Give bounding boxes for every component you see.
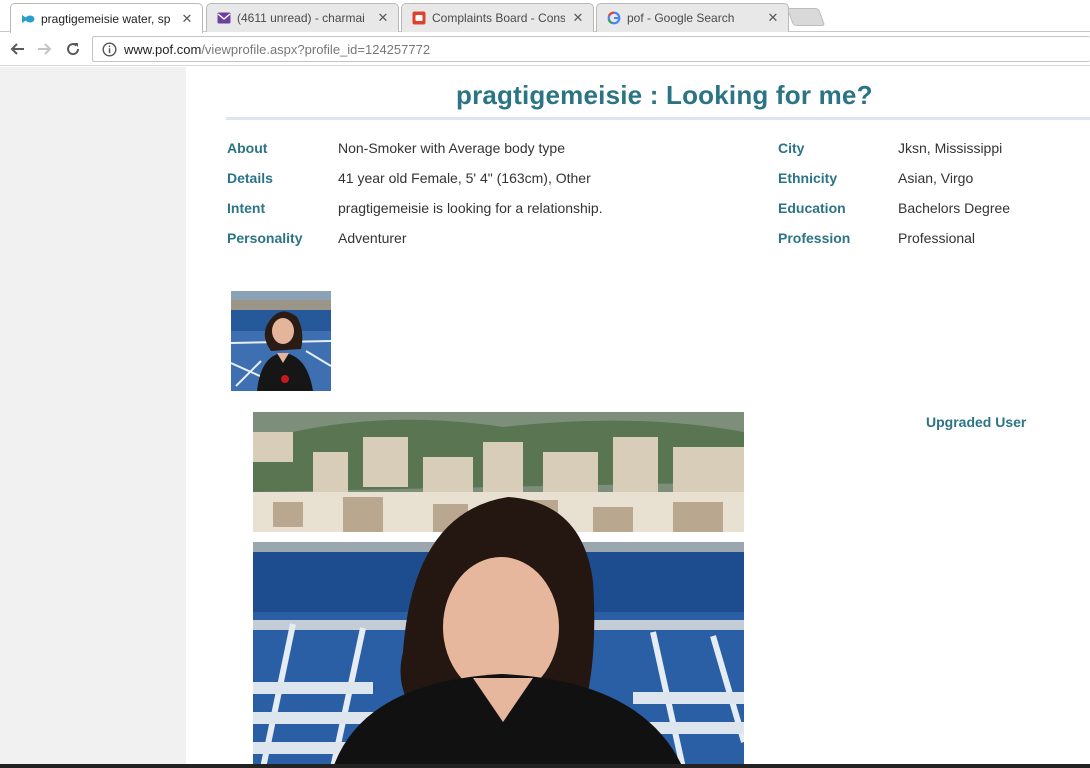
field-ethnicity-value: Asian, Virgo [898, 170, 973, 186]
tab-title: pof - Google Search [627, 11, 735, 25]
field-value: Bachelors Degree [898, 200, 1011, 216]
tab-google[interactable]: pof - Google Search ✕ [596, 3, 789, 32]
url-host: www.pof.com [124, 41, 202, 57]
reload-button[interactable] [62, 38, 84, 60]
tab-title: pragtigemeisie water, sp [41, 11, 171, 26]
tab-complaints[interactable]: Complaints Board - Cons ✕ [401, 3, 594, 32]
field-profession: Profession [778, 230, 850, 246]
field-value: Jksn, Mississippi [898, 140, 1003, 156]
url-text: www.pof.com/viewprofile.aspx?profile_id=… [124, 42, 430, 57]
field-label: Details [227, 170, 273, 186]
close-tab-icon[interactable]: ✕ [180, 11, 194, 27]
field-education: Education [778, 200, 846, 216]
field-about: About [227, 140, 267, 156]
field-label: Profession [778, 230, 851, 246]
address-bar[interactable]: www.pof.com/viewprofile.aspx?profile_id=… [92, 36, 1090, 62]
bottom-edge [0, 764, 1090, 768]
field-city: City [778, 140, 804, 156]
field-value: pragtigemeisie is looking for a relation… [338, 200, 603, 216]
new-tab-button[interactable] [786, 8, 826, 26]
complaints-icon [412, 11, 426, 25]
tab-title: Complaints Board - Cons [432, 11, 565, 25]
info-icon[interactable] [101, 41, 117, 57]
forward-button[interactable] [34, 38, 56, 60]
field-intent-value: pragtigemeisie is looking for a relation… [338, 200, 603, 216]
main-photo-image [253, 412, 744, 768]
heading-divider [226, 117, 1090, 120]
close-tab-icon[interactable]: ✕ [766, 10, 780, 26]
field-value: Non-Smoker with Average body type [338, 140, 565, 156]
field-value: Asian, Virgo [898, 170, 974, 186]
field-label: About [227, 140, 268, 156]
field-label: Education [778, 200, 846, 216]
profile-thumbnail[interactable] [231, 291, 331, 391]
field-city-value: Jksn, Mississippi [898, 140, 1002, 156]
upgraded-user-badge: Upgraded User [926, 414, 1027, 430]
arrow-left-icon [10, 43, 24, 55]
tab-strip: pragtigemeisie water, sp ✕ (4611 unread)… [0, 0, 1090, 33]
field-value: Adventurer [338, 230, 407, 246]
field-label: Personality [227, 230, 303, 246]
close-tab-icon[interactable]: ✕ [376, 10, 390, 26]
field-label: Intent [227, 200, 266, 216]
mail-icon [217, 11, 231, 25]
arrow-right-icon [38, 43, 52, 55]
close-tab-icon[interactable]: ✕ [571, 10, 585, 26]
profile-page: pragtigemeisie : Looking for me? About N… [186, 67, 1090, 768]
profile-heading: pragtigemeisie : Looking for me? [456, 80, 873, 110]
tab-profile[interactable]: pragtigemeisie water, sp ✕ [10, 3, 203, 33]
fish-icon [21, 12, 35, 26]
field-about-value: Non-Smoker with Average body type [338, 140, 565, 156]
field-education-value: Bachelors Degree [898, 200, 1010, 216]
back-button[interactable] [6, 38, 28, 60]
field-label: Ethnicity [778, 170, 838, 186]
profile-main-photo[interactable] [253, 412, 744, 768]
field-value: Professional [898, 230, 976, 246]
field-details: Details [227, 170, 273, 186]
reload-icon [67, 43, 80, 56]
field-profession-value: Professional [898, 230, 975, 246]
field-label: City [778, 140, 805, 156]
field-value: 41 year old Female, 5' 4" (163cm), Other [338, 170, 591, 186]
url-path: /viewprofile.aspx?profile_id=124257772 [201, 41, 431, 57]
field-personality-value: Adventurer [338, 230, 406, 246]
tab-title: (4611 unread) - charmai [237, 11, 365, 25]
google-icon [607, 11, 621, 25]
page-gutter [0, 67, 186, 768]
browser-toolbar: www.pof.com/viewprofile.aspx?profile_id=… [0, 32, 1090, 66]
field-intent: Intent [227, 200, 265, 216]
field-ethnicity: Ethnicity [778, 170, 837, 186]
field-personality: Personality [227, 230, 302, 246]
thumbnail-image [231, 291, 331, 391]
tab-mail[interactable]: (4611 unread) - charmai ✕ [206, 3, 399, 32]
field-details-value: 41 year old Female, 5' 4" (163cm), Other [338, 170, 591, 186]
